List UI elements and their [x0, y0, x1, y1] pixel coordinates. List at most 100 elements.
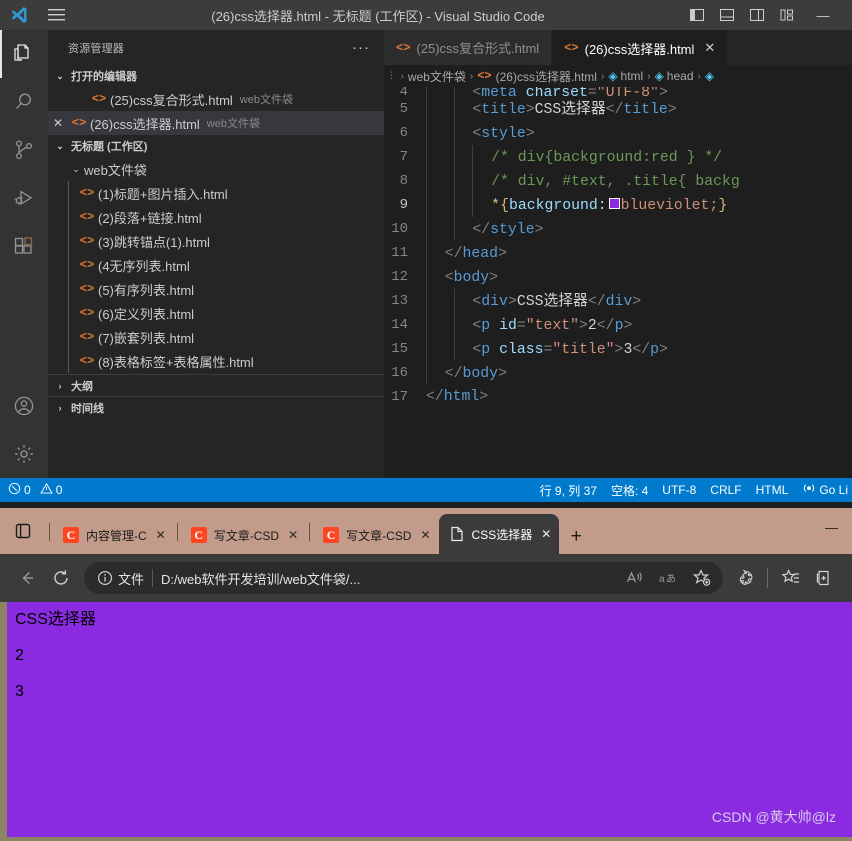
browser-tab-active[interactable]: CSS选择器 ✕ [438, 514, 560, 554]
file-item[interactable]: <> (1)标题+图片插入.html [48, 181, 384, 205]
file-label: (7)嵌套列表.html [98, 330, 195, 346]
sidebar-item-manage-settings[interactable] [0, 430, 48, 478]
file-item[interactable]: <> (4无序列表.html [48, 253, 384, 277]
status-problems[interactable]: 0 0 [8, 482, 62, 498]
browser-minimize-button[interactable]: — [825, 520, 838, 535]
browser-tab[interactable]: C 内容管理-C ✕ [53, 518, 174, 552]
section-open-editors[interactable]: ⌄ 打开的编辑器 [48, 65, 384, 87]
editor-tab-inactive[interactable]: <> (25)css复合形式.html [384, 30, 553, 65]
line-number: 11 [391, 245, 408, 261]
read-aloud-icon[interactable] [617, 562, 651, 594]
breadcrumb-item[interactable]: web文件袋 [408, 68, 466, 85]
status-indentation[interactable]: 空格: 4 [611, 482, 648, 499]
favorites-list-icon[interactable] [774, 561, 808, 595]
explorer-more-actions-icon[interactable]: ··· [346, 39, 376, 56]
file-item[interactable]: <> (8)表格标签+表格属性.html [48, 349, 384, 373]
file-label: (8)表格标签+表格属性.html [98, 354, 254, 370]
folder-label: web文件袋 [84, 162, 147, 178]
collections-icon[interactable] [808, 561, 842, 595]
folder-row-web[interactable]: ⌄ web文件袋 [48, 157, 384, 181]
section-timeline-label: 时间线 [71, 402, 104, 415]
file-item[interactable]: <> (5)有序列表.html [48, 277, 384, 301]
status-go-live[interactable]: Go Li [802, 482, 848, 499]
line-content: /* div, #text, .title{ backg [426, 168, 740, 194]
line-number: 5 [399, 101, 408, 117]
search-icon [16, 93, 31, 109]
sidebar-item-source-control[interactable] [0, 126, 48, 174]
editor-tab-active[interactable]: <> (26)css选择器.html ✕ [552, 30, 729, 65]
status-bar: 0 0 行 9, 列 37 空格: 4 UTF-8 CRLF HTML Go L… [0, 478, 852, 502]
file-item[interactable]: <> (7)嵌套列表.html [48, 325, 384, 349]
code-line: 13 <div>CSS选择器</div> [384, 288, 852, 313]
toggle-secondary-sidebar-icon[interactable] [742, 0, 772, 30]
tab-search-icon[interactable] [0, 508, 46, 554]
status-eol[interactable]: CRLF [710, 483, 741, 497]
close-icon[interactable]: ✕ [154, 528, 166, 542]
close-icon[interactable]: ✕ [48, 116, 68, 130]
code-line: 14 <p id="text">2</p> [384, 312, 852, 337]
url-text[interactable]: D:/web软件开发培训/web文件袋/... [161, 569, 617, 588]
section-timeline[interactable]: › 时间线 [48, 396, 384, 418]
toggle-panel-icon[interactable] [712, 0, 742, 30]
sidebar-item-run-and-debug[interactable] [0, 174, 48, 222]
window-minimize-button[interactable]: — [802, 0, 844, 30]
browser-tab[interactable]: C 写文章-CSD ✕ [181, 518, 306, 552]
file-item[interactable]: <> (3)跳转锚点(1).html [48, 229, 384, 253]
activity-bar [0, 30, 48, 478]
html-file-icon: <> [71, 116, 87, 130]
info-circle-icon[interactable] [94, 570, 116, 586]
section-outline[interactable]: › 大纲 [48, 374, 384, 396]
sidebar-item-explorer[interactable] [0, 30, 48, 78]
status-cursor-position[interactable]: 行 9, 列 37 [540, 482, 597, 499]
code-line: 10 </style> [384, 216, 852, 242]
line-content: </style> [426, 216, 543, 242]
hamburger-menu-icon[interactable] [38, 8, 74, 22]
breadcrumb-item[interactable]: html [621, 69, 644, 83]
breadcrumb-item[interactable]: (26)css选择器.html [496, 68, 597, 85]
file-item[interactable]: <> (6)定义列表.html [48, 301, 384, 325]
sidebar-item-accounts[interactable] [0, 382, 48, 430]
plus-icon[interactable]: + [559, 520, 593, 554]
chevron-down-icon: ⌄ [56, 140, 64, 151]
code-line: 7 /* div{background:red } */ [384, 144, 852, 169]
reload-icon[interactable] [44, 561, 78, 595]
close-icon[interactable]: ✕ [286, 528, 298, 542]
open-editor-item[interactable]: ✕ <> (26)css选择器.html web文件袋 [48, 111, 384, 135]
vscode-logo-icon [0, 5, 38, 25]
window-edge-strip-left [0, 602, 7, 841]
chevron-right-icon: › [469, 70, 474, 82]
file-item[interactable]: <> (2)段落+链接.html [48, 205, 384, 229]
breadcrumb-item[interactable]: head [667, 69, 694, 83]
add-favorite-star-icon[interactable] [685, 562, 719, 594]
code-editor[interactable]: 4 <meta charset="UTF-8"> 5 <title>CSS选择器… [384, 87, 852, 478]
arrow-left-icon[interactable] [10, 561, 44, 595]
line-content: </head> [426, 240, 507, 266]
chevron-right-icon: › [600, 70, 605, 82]
section-workspace[interactable]: ⌄ 无标题 (工作区) [48, 135, 384, 157]
file-label: (3)跳转锚点(1).html [98, 234, 210, 250]
broadcast-icon [802, 482, 816, 499]
code-line: 11 </head> [384, 240, 852, 266]
close-icon[interactable]: ✕ [704, 40, 715, 56]
customize-layout-icon[interactable] [772, 0, 802, 30]
extensions-puzzle-icon[interactable] [729, 561, 763, 595]
sidebar-item-search[interactable] [0, 78, 48, 126]
file-label: (5)有序列表.html [98, 282, 195, 298]
page-div-text: CSS选择器 [15, 611, 96, 628]
divider [767, 568, 768, 588]
close-icon[interactable]: ✕ [539, 527, 551, 541]
browser-tab[interactable]: C 写文章-CSD ✕ [313, 518, 438, 552]
toggle-primary-sidebar-icon[interactable] [682, 0, 712, 30]
address-bar[interactable]: 文件 D:/web软件开发培训/web文件袋/... aあ [84, 562, 723, 594]
divider [176, 523, 178, 541]
status-encoding[interactable]: UTF-8 [662, 483, 696, 497]
code-line: 5 <title>CSS选择器</title> [384, 96, 852, 121]
close-icon[interactable]: ✕ [418, 528, 430, 542]
translate-icon[interactable]: aあ [651, 562, 685, 594]
local-file-favicon [449, 526, 465, 542]
sidebar-item-extensions[interactable] [0, 222, 48, 270]
status-language-mode[interactable]: HTML [756, 483, 789, 497]
csdn-c-favicon: C [323, 527, 340, 543]
open-editor-item[interactable]: <> (25)css复合形式.html web文件袋 [48, 87, 384, 111]
status-bar-left: 0 0 [8, 482, 62, 498]
